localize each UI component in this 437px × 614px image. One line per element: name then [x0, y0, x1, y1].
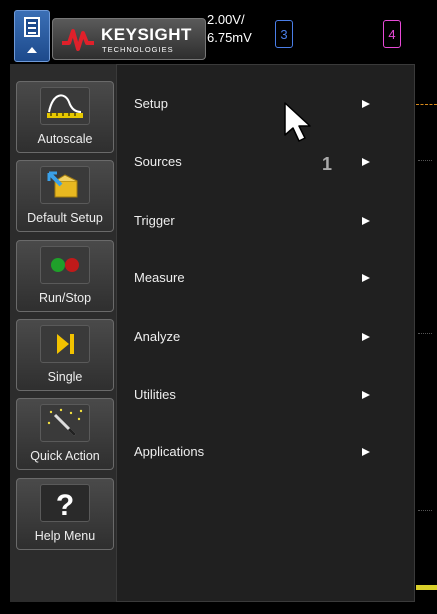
help-menu-label: Help Menu [34, 529, 96, 543]
svg-text:?: ? [56, 489, 74, 521]
menu-item-utilities[interactable]: Utilities [134, 387, 176, 402]
single-label: Single [47, 370, 83, 384]
menu-item-analyze[interactable]: Analyze [134, 329, 180, 344]
default-setup-label: Default Setup [27, 211, 103, 225]
channel-1-trace [416, 585, 437, 590]
default-setup-icon [40, 166, 90, 204]
submenu-arrow-icon [362, 448, 370, 456]
menu-item-applications[interactable]: Applications [134, 444, 204, 459]
single-button[interactable]: Single [16, 319, 114, 391]
submenu-arrow-icon [362, 333, 370, 341]
keysight-logo: KEYSIGHT TECHNOLOGIES [52, 18, 206, 60]
submenu-arrow-icon [362, 391, 370, 399]
brand-subtitle: TECHNOLOGIES [102, 45, 174, 54]
autoscale-icon [40, 87, 90, 125]
menu-up-arrow-icon [27, 47, 37, 53]
submenu-arrow-icon [362, 274, 370, 282]
quick-action-label: Quick Action [30, 449, 100, 463]
menu-item-sources[interactable]: Sources [134, 154, 182, 169]
submenu-arrow-icon [362, 100, 370, 108]
grid-line [418, 333, 432, 334]
mouse-cursor-icon [284, 102, 311, 142]
brand-name: KEYSIGHT [101, 25, 192, 44]
menu-item-measure[interactable]: Measure [134, 270, 185, 285]
channel-scale[interactable]: 2.00V/ [207, 12, 245, 27]
keysight-wave-icon [62, 29, 94, 51]
pointer-number: 1 [322, 154, 333, 174]
channel-offset[interactable]: 6.75mV [207, 30, 252, 45]
single-icon [40, 325, 90, 363]
grid-line [418, 510, 432, 511]
main-menu-button[interactable] [14, 10, 50, 62]
menu-item-trigger[interactable]: Trigger [134, 213, 175, 228]
help-icon: ? [40, 484, 90, 522]
run-stop-label: Run/Stop [38, 291, 92, 305]
menu-document-icon [24, 17, 40, 37]
quick-action-button[interactable]: Quick Action [16, 398, 114, 470]
default-setup-button[interactable]: Default Setup [16, 160, 114, 232]
trigger-level-line [416, 104, 437, 105]
quick-action-icon [40, 404, 90, 442]
run-stop-button[interactable]: Run/Stop [16, 240, 114, 312]
submenu-arrow-icon [362, 158, 370, 166]
channel-4-button[interactable]: 4 [383, 20, 401, 48]
submenu-arrow-icon [362, 217, 370, 225]
autoscale-label: Autoscale [37, 132, 93, 146]
menu-item-setup[interactable]: Setup [134, 96, 168, 111]
run-stop-icon [40, 246, 90, 284]
grid-line [418, 160, 432, 161]
channel-3-button[interactable]: 3 [275, 20, 293, 48]
help-menu-button[interactable]: ? Help Menu [16, 478, 114, 550]
autoscale-button[interactable]: Autoscale [16, 81, 114, 153]
